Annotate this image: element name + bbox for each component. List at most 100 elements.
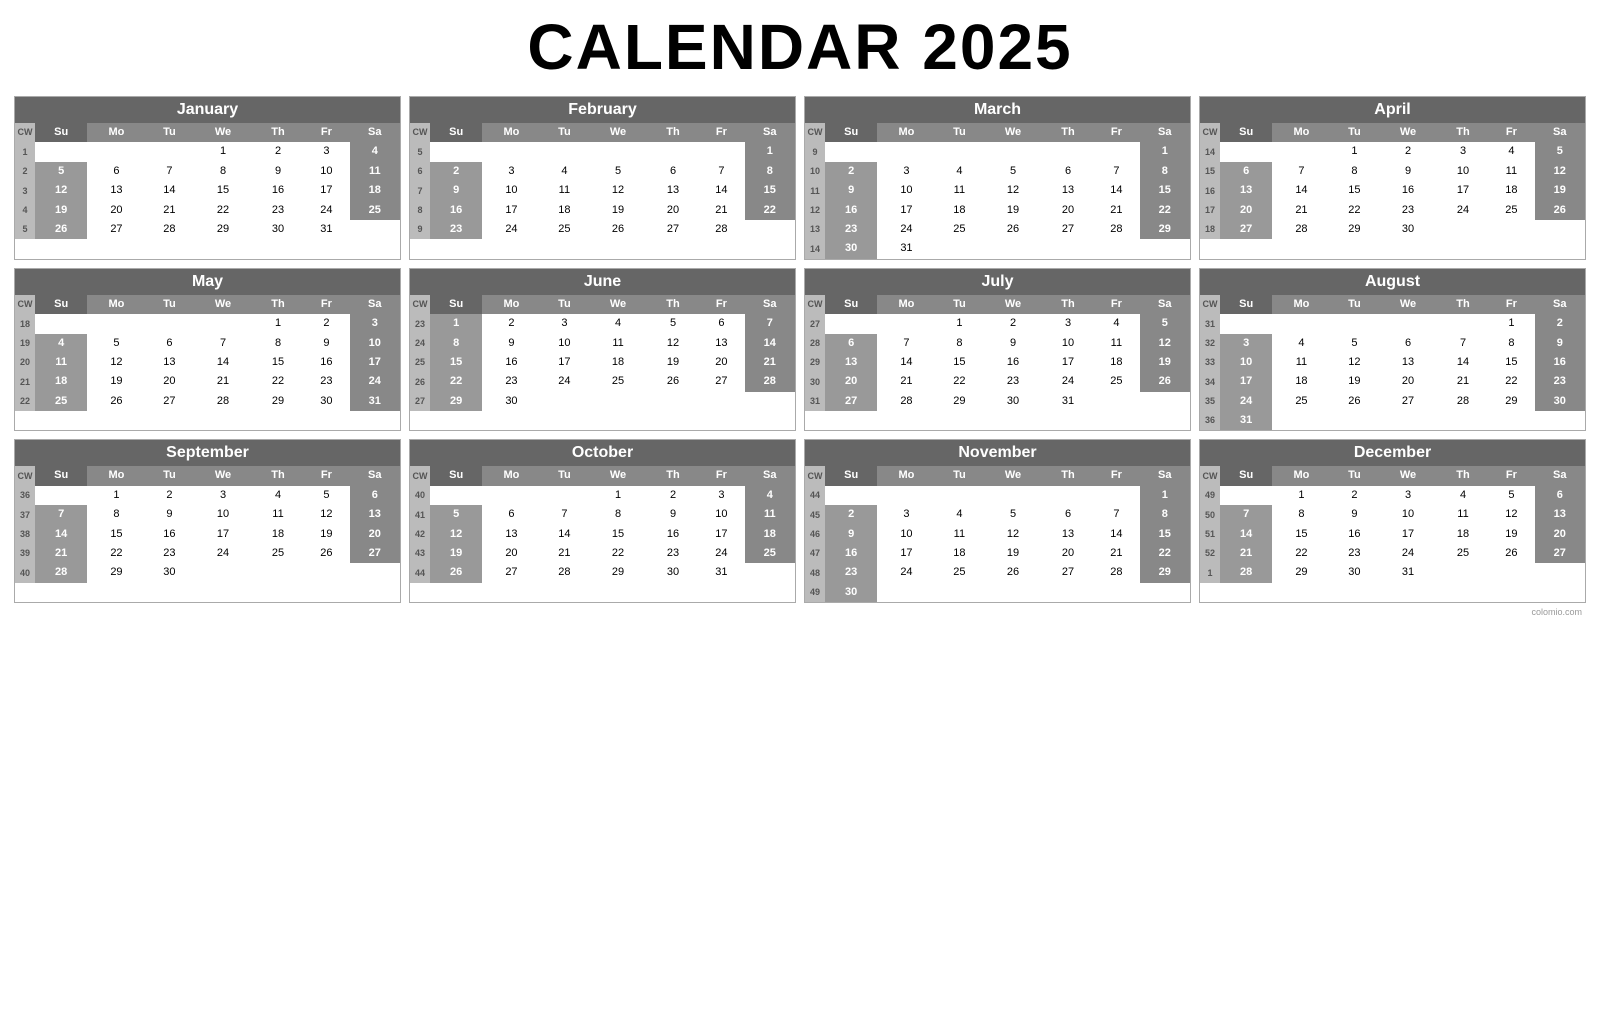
calendar-day [193,563,253,582]
calendar-day: 30 [253,220,303,239]
calendar-day: 21 [1093,201,1139,220]
calendar-day: 22 [1140,201,1190,220]
calendar-day: 24 [698,544,744,563]
calendar-day: 6 [1043,505,1093,524]
calendar-day: 8 [745,162,795,181]
calendar-day: 5 [1331,334,1379,353]
calendar-day: 1 [1331,142,1379,161]
calendar-day: 25 [745,544,795,563]
calendar-day: 24 [1043,372,1093,391]
calendar-day: 15 [430,353,482,372]
calendar-day [877,583,935,602]
calendar-day: 3 [698,486,744,505]
calendar-day: 26 [303,544,349,563]
calendar-day [698,392,744,411]
month-header-october: October [410,440,795,466]
calendar-day [1043,583,1093,602]
calendar-day: 25 [253,544,303,563]
calendar-day: 22 [1331,201,1379,220]
calendar-day: 19 [303,525,349,544]
calendar-day: 1 [1140,142,1190,161]
calendar-day [1043,142,1093,161]
calendar-day: 10 [698,505,744,524]
calendar-day [1438,563,1488,582]
calendar-day: 18 [1438,525,1488,544]
calendar-day: 24 [1220,392,1272,411]
calendar-day: 10 [541,334,589,353]
calendar-day: 28 [1272,220,1330,239]
calendar-day: 22 [1272,544,1330,563]
calendar-day: 23 [1535,372,1585,391]
month-header-november: November [805,440,1190,466]
calendar-day: 7 [146,162,194,181]
calendar-day [1043,486,1093,505]
calendar-day: 14 [1438,353,1488,372]
calendar-day: 15 [87,525,145,544]
calendar-day: 17 [482,201,540,220]
calendar-day: 4 [350,142,400,161]
calendar-day [146,142,194,161]
calendar-day: 15 [936,353,984,372]
calendar-day: 1 [936,314,984,333]
calendar-day: 21 [541,544,589,563]
calendar-day: 26 [35,220,87,239]
calendar-day [1093,239,1139,258]
calendar-day: 9 [825,525,877,544]
calendar-day [825,314,877,333]
calendar-day: 26 [588,220,648,239]
calendar-day: 10 [1438,162,1488,181]
calendar-day [1331,411,1379,430]
calendar-day: 4 [1488,142,1534,161]
month-header-july: July [805,269,1190,295]
calendar-day: 30 [648,563,698,582]
calendar-day: 6 [1220,162,1272,181]
calendar-day: 18 [745,525,795,544]
calendar-day [588,142,648,161]
calendar-day [303,563,349,582]
calendar-day: 13 [146,353,194,372]
calendar-day: 1 [1488,314,1534,333]
calendar-day: 4 [1438,486,1488,505]
calendar-day: 9 [1535,334,1585,353]
calendar-day: 5 [430,505,482,524]
calendar-day: 15 [1488,353,1534,372]
calendar-day: 15 [193,181,253,200]
calendar-day: 19 [983,544,1043,563]
calendar-day: 15 [1272,525,1330,544]
calendar-day: 26 [1140,372,1190,391]
calendar-day [1438,314,1488,333]
calendar-day: 3 [877,162,935,181]
calendar-day: 16 [303,353,349,372]
calendar-day: 23 [1378,201,1438,220]
calendar-day: 3 [1378,486,1438,505]
month-march: MarchCWSuMoTuWeThFrSa9110234567811910111… [804,96,1191,260]
calendar-day [877,314,935,333]
calendar-day: 16 [648,525,698,544]
calendar-day: 22 [253,372,303,391]
calendar-day: 25 [1272,392,1330,411]
calendar-day [825,142,877,161]
calendar-day: 15 [588,525,648,544]
calendar-day: 24 [877,563,935,582]
month-june: JuneCWSuMoTuWeThFrSa23123456724891011121… [409,268,796,432]
calendar-day: 17 [877,201,935,220]
calendar-day [1488,563,1534,582]
calendar-day: 19 [1488,525,1534,544]
calendar-day: 25 [588,372,648,391]
calendar-day: 16 [825,201,877,220]
calendar-day: 11 [588,334,648,353]
calendar-day: 11 [541,181,589,200]
calendar-day: 11 [1488,162,1534,181]
calendar-day: 18 [541,201,589,220]
calendar-day: 26 [430,563,482,582]
calendar-day: 24 [1438,201,1488,220]
calendar-day [1535,411,1585,430]
calendar-day: 13 [87,181,145,200]
calendar-day [1488,411,1534,430]
calendar-day: 30 [1331,563,1379,582]
calendar-day: 23 [825,563,877,582]
calendar-day: 30 [983,392,1043,411]
month-november: NovemberCWSuMoTuWeThFrSa4414523456784691… [804,439,1191,603]
calendar-day: 26 [983,563,1043,582]
calendar-day: 21 [1272,201,1330,220]
